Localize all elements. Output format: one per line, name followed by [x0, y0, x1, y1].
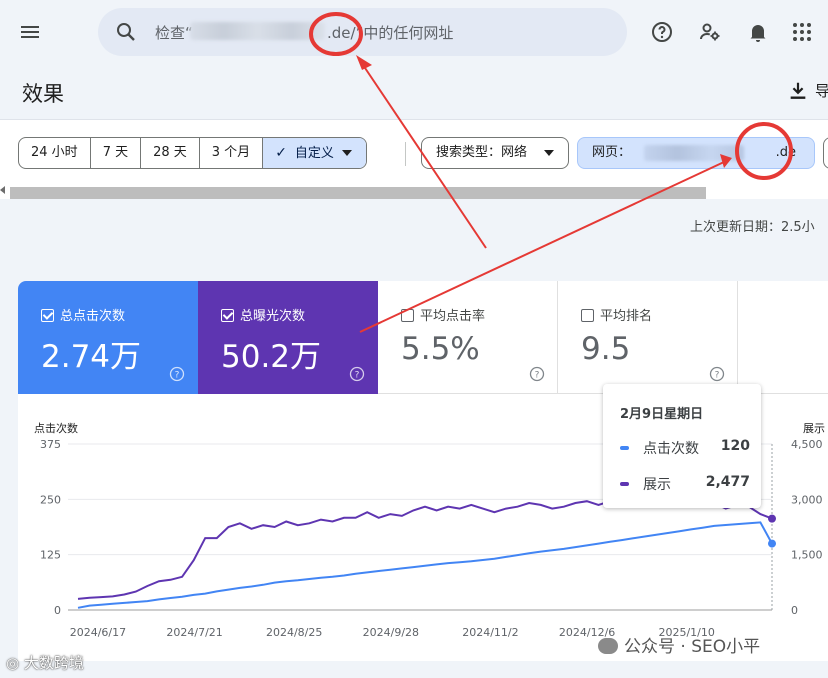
chart-tooltip: 2月9日星期日 点击次数 120 展示 2,477 [603, 384, 761, 508]
search-type-label: 搜索类型：网络 [436, 145, 528, 160]
menu-icon[interactable] [18, 20, 42, 44]
page-filter-prefix: 网页： [592, 145, 632, 160]
filter-bar: 24 小时 7 天 28 天 3 个月 ✓ 自定义 搜索类型：网络 网页： .de [0, 119, 828, 199]
top-bar: 检查“ .de/”中的任何网址 [0, 0, 828, 64]
checkbox-checked[interactable] [41, 309, 54, 322]
help-circle-icon[interactable]: ? [529, 366, 545, 382]
watermark-logo-icon: ◎ [6, 654, 20, 672]
search-type-filter[interactable]: 搜索类型：网络 [421, 137, 569, 169]
search-icon [117, 23, 135, 41]
date-filter-3m[interactable]: 3 个月 [200, 138, 264, 168]
dropdown-arrow-icon [341, 150, 352, 156]
legend-swatch [620, 446, 629, 450]
download-icon[interactable] [787, 80, 809, 102]
metric-label: 总曝光次数 [240, 309, 306, 324]
scroll-left-arrow-icon[interactable] [0, 186, 5, 194]
help-circle-icon[interactable]: ? [709, 366, 725, 382]
search-input[interactable]: 检查“ .de/”中的任何网址 [98, 8, 627, 56]
dropdown-arrow-icon [544, 150, 554, 156]
add-filter-chip[interactable] [823, 137, 828, 169]
export-button[interactable]: 导 [815, 80, 828, 101]
tooltip-value: 120 [720, 438, 750, 454]
tooltip-row-clicks: 点击次数 120 [620, 438, 750, 458]
page-filter-tld: .de [775, 145, 796, 160]
tooltip-label: 展示 [643, 477, 671, 493]
metric-avg-position[interactable]: 平均排名 9.5 ? [558, 281, 738, 394]
svg-text:?: ? [175, 371, 180, 381]
watermark-left-text: 大数跨境 [23, 654, 84, 672]
metric-value: 5.5% [401, 331, 480, 367]
apps-icon[interactable] [790, 20, 814, 44]
metric-value: 2.74万 [41, 339, 142, 375]
date-filter-28d[interactable]: 28 天 [141, 138, 200, 168]
help-circle-icon[interactable]: ? [169, 366, 185, 382]
watermark-left: ◎ 大数跨境 [6, 652, 84, 673]
watermark-right-text: 公众号 · SEO小平 [624, 637, 761, 657]
search-placeholder-suffix: .de/”中的任何网址 [327, 24, 454, 42]
tooltip-value: 2,477 [705, 474, 750, 490]
redacted-page-url [644, 145, 744, 161]
page-filter-chip[interactable]: 网页： .de [577, 137, 815, 169]
date-range-selector: 24 小时 7 天 28 天 3 个月 ✓ 自定义 [18, 137, 367, 169]
metric-label: 总点击次数 [60, 309, 126, 324]
divider [405, 142, 406, 166]
metric-total-impressions[interactable]: 总曝光次数 50.2万 ? [198, 281, 378, 394]
legend-swatch [620, 482, 629, 486]
watermark-right: 公众号 · SEO小平 [598, 632, 760, 657]
svg-text:?: ? [535, 371, 540, 381]
last-updated-text: 上次更新日期：2.5小 [690, 220, 815, 235]
metric-label: 平均点击率 [420, 309, 486, 324]
date-filter-7d[interactable]: 7 天 [91, 138, 142, 168]
checkbox-checked[interactable] [221, 309, 234, 322]
user-settings-icon[interactable] [698, 20, 722, 44]
metric-label: 平均排名 [600, 309, 653, 324]
tooltip-label: 点击次数 [643, 441, 699, 457]
search-placeholder-prefix: 检查“ [155, 24, 193, 42]
check-icon: ✓ [275, 145, 287, 161]
checkbox-unchecked[interactable] [581, 309, 594, 322]
notifications-icon[interactable] [746, 20, 770, 44]
wechat-icon [598, 638, 618, 654]
redacted-domain [190, 22, 325, 40]
help-circle-icon[interactable]: ? [349, 366, 365, 382]
horizontal-scrollbar[interactable] [10, 187, 706, 199]
metric-value: 9.5 [581, 331, 631, 367]
date-filter-custom-label: 自定义 [294, 146, 334, 161]
metric-total-clicks[interactable]: 总点击次数 2.74万 ? [18, 281, 198, 394]
help-icon[interactable] [650, 20, 674, 44]
page-title: 效果 [22, 82, 64, 106]
metric-avg-ctr[interactable]: 平均点击率 5.5% ? [378, 281, 558, 394]
date-filter-24h[interactable]: 24 小时 [19, 138, 91, 168]
date-filter-custom[interactable]: ✓ 自定义 [263, 138, 366, 168]
svg-text:?: ? [355, 371, 360, 381]
metric-placeholder [738, 281, 828, 394]
metric-value: 50.2万 [221, 339, 322, 375]
checkbox-unchecked[interactable] [401, 309, 414, 322]
tooltip-row-impressions: 展示 2,477 [620, 474, 750, 494]
tooltip-date: 2月9日星期日 [620, 407, 704, 422]
svg-text:?: ? [715, 371, 720, 381]
